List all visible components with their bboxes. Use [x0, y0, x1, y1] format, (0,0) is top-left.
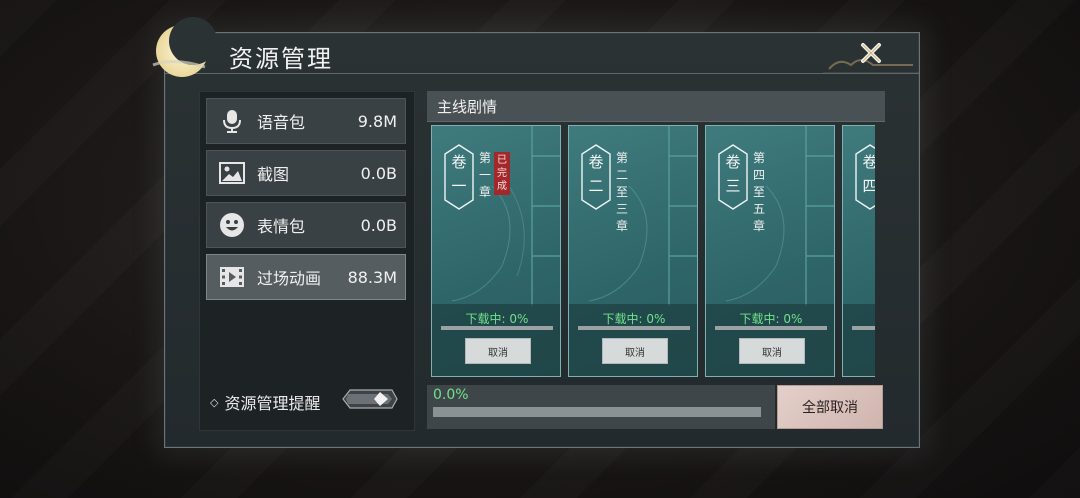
cancel-download-button[interactable]: 取消 [602, 338, 668, 364]
overall-progress-panel: 0.0% [427, 385, 775, 429]
download-progress-bar [852, 326, 875, 330]
download-progress-bar [715, 326, 827, 330]
resource-label: 表情包 [257, 217, 306, 236]
volume-chapters: 第二至三章 [615, 151, 628, 233]
title-bar: 资源管理 [152, 17, 919, 77]
download-status: 下载中: 0% [739, 312, 803, 326]
resource-size: 0.0B [360, 163, 397, 183]
resource-list: 语音包 9.8M 截图 0.0B 表情包 0.0B 过场动画 88.3M ◇ 资… [199, 91, 415, 431]
resource-size: 0.0B [360, 215, 397, 235]
reminder-setting: ◇ 资源管理提醒 [210, 390, 320, 414]
download-progress-bar [441, 326, 553, 330]
volume-title: 卷三 [725, 153, 741, 195]
download-area: 下载中: 0% 取消 [706, 304, 834, 376]
resource-size: 88.3M [347, 267, 397, 287]
crescent-moon-icon [152, 17, 217, 77]
volume-chapters: 第四至五章 [752, 151, 765, 233]
smiley-icon [220, 213, 244, 237]
completed-seal: 已完成 [494, 152, 510, 195]
resource-item-emoji[interactable]: 表情包 0.0B [206, 202, 406, 248]
resource-label: 截图 [257, 165, 290, 184]
download-status: 下载中: 0% [465, 312, 529, 326]
cancel-all-button[interactable]: 全部取消 [777, 385, 883, 429]
volume-carousel[interactable]: 卷一 第一章 已完成 下载中: 0% 取消 卷二 第二至三 章 下载中: 0% … [431, 125, 875, 379]
close-icon [861, 43, 881, 63]
resource-item-cutscene[interactable]: 过场动画 88.3M [206, 254, 406, 300]
volume-card[interactable]: 卷二 第二至三章 下载中: 0% 取消 [568, 125, 698, 377]
volume-chapters: 第一章 [478, 151, 491, 199]
resource-item-screenshot[interactable]: 截图 0.0B [206, 150, 406, 196]
download-status: 下载中: 0% [602, 312, 666, 326]
dialog-title: 资源管理 [229, 45, 333, 73]
film-icon [220, 267, 244, 287]
resource-size: 9.8M [357, 111, 397, 131]
resource-label: 语音包 [257, 113, 306, 132]
resource-label: 过场动画 [257, 269, 322, 288]
cancel-download-button[interactable]: 取消 [465, 338, 531, 364]
volume-card[interactable]: 卷四 [842, 125, 875, 377]
microphone-icon [223, 110, 241, 133]
section-title: 主线剧情 [437, 98, 498, 116]
reminder-toggle[interactable] [340, 388, 398, 410]
main-story-panel: 主线剧情 卷一 第一章 已完成 下载中: 0% 取消 卷 二 第 二 至 三 章… [427, 91, 885, 429]
volume-title: 卷二 [588, 153, 604, 195]
volume-card[interactable]: 卷三 第四至五章 下载中: 0% 取消 [705, 125, 835, 377]
cancel-download-button[interactable]: 取消 [739, 338, 805, 364]
volume-title: 卷四 [855, 150, 875, 198]
resource-manager-dialog: 资源管理 语音包 9.8M 截图 0.0B 表情包 0.0B 过场动画 88.3… [152, 17, 920, 448]
overall-progress-bar [433, 407, 761, 417]
download-area: 下载中: 0% 取消 [569, 304, 697, 376]
section-header: 主线剧情 [427, 91, 885, 122]
overall-percent: 0.0% [433, 387, 469, 403]
resource-item-voice[interactable]: 语音包 9.8M [206, 98, 406, 144]
close-button[interactable] [853, 35, 889, 71]
volume-card[interactable]: 卷一 第一章 已完成 下载中: 0% 取消 [431, 125, 561, 377]
download-area: 下载中: 0% 取消 [432, 304, 560, 376]
volume-title: 卷一 [451, 153, 467, 195]
image-icon [219, 162, 245, 184]
download-area [843, 304, 875, 376]
diamond-bullet-icon: ◇ [210, 395, 219, 409]
reminder-label: 资源管理提醒 [224, 394, 321, 413]
download-progress-bar [578, 326, 690, 330]
overall-download: 0.0% 全部取消 [427, 385, 885, 429]
